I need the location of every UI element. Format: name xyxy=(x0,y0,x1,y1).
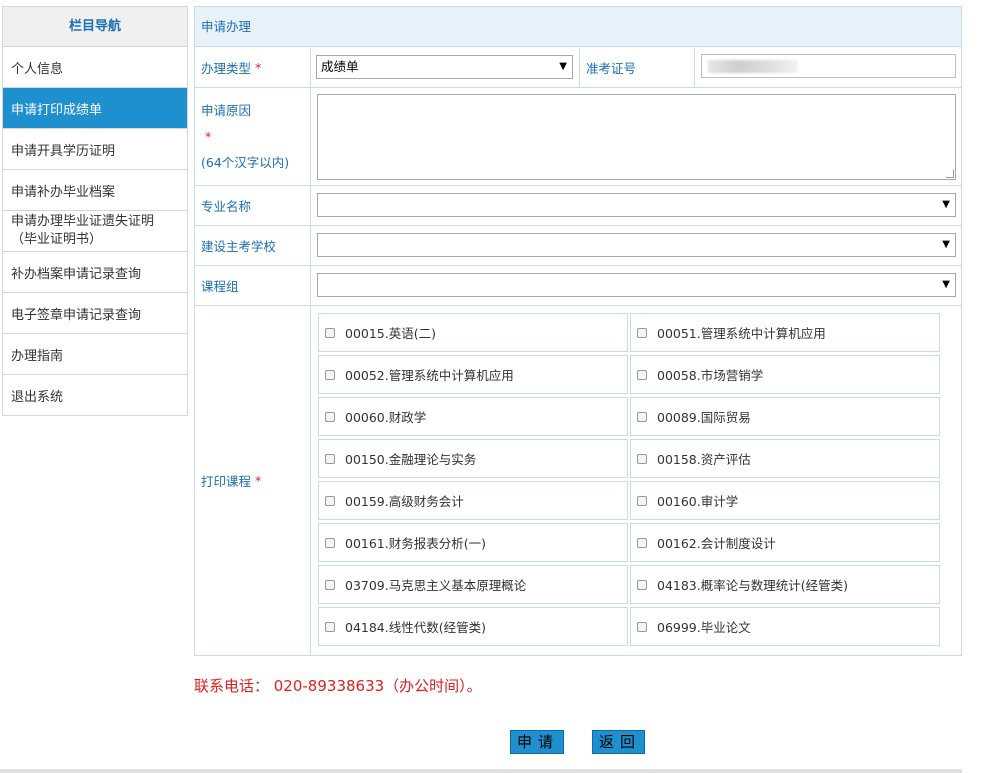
course-item[interactable]: 00015.英语(二) xyxy=(318,313,628,352)
major-row: 专业名称 ▼ xyxy=(195,186,961,226)
exam-no-label: 准考证号 xyxy=(579,48,695,87)
course-item[interactable]: 00058.市场营销学 xyxy=(630,355,940,394)
application-form: 申请办理 办理类型 * 成绩单 ▼ 准考证号 申请原因 * (64个汉字以内) 专业… xyxy=(194,6,962,656)
checkbox-icon[interactable] xyxy=(325,369,335,380)
sidebar-item-file-records[interactable]: 补办档案申请记录查询 xyxy=(3,252,187,293)
course-item[interactable]: 06999.毕业论文 xyxy=(630,607,940,646)
group-select[interactable]: ▼ xyxy=(317,273,956,297)
back-button[interactable]: 返回 xyxy=(592,730,645,754)
checkbox-icon[interactable] xyxy=(637,537,647,548)
checkbox-icon[interactable] xyxy=(325,537,335,548)
course-item[interactable]: 00051.管理系统中计算机应用 xyxy=(630,313,940,352)
resize-handle-icon[interactable] xyxy=(946,170,954,178)
sidebar-title: 栏目导航 xyxy=(3,7,187,47)
chevron-down-icon: ▼ xyxy=(942,239,950,250)
reason-label: 申请原因 * (64个汉字以内) xyxy=(195,88,311,185)
course-item[interactable]: 00150.金融理论与实务 xyxy=(318,439,628,478)
course-item[interactable]: 00159.高级财务会计 xyxy=(318,481,628,520)
sidebar-item-esign-records[interactable]: 电子签章申请记录查询 xyxy=(3,293,187,334)
checkbox-icon[interactable] xyxy=(325,495,335,506)
type-select[interactable]: 成绩单 ▼ xyxy=(316,55,573,79)
course-item[interactable]: 00162.会计制度设计 xyxy=(630,523,940,562)
checkbox-icon[interactable] xyxy=(637,621,647,632)
course-item[interactable]: 04184.线性代数(经管类) xyxy=(318,607,628,646)
type-row: 办理类型 * 成绩单 ▼ 准考证号 xyxy=(195,48,961,88)
checkbox-icon[interactable] xyxy=(325,453,335,464)
group-row: 课程组 ▼ xyxy=(195,266,961,306)
sidebar-nav: 栏目导航 个人信息 申请打印成绩单 申请开具学历证明 申请补办毕业档案 申请办理… xyxy=(2,6,188,416)
apply-button[interactable]: 申请 xyxy=(510,730,564,754)
sidebar-item-guide[interactable]: 办理指南 xyxy=(3,334,187,375)
major-select[interactable]: ▼ xyxy=(317,193,956,217)
checkbox-icon[interactable] xyxy=(637,369,647,380)
exam-no-input[interactable] xyxy=(701,54,956,78)
bottom-divider xyxy=(0,769,962,773)
redacted-value xyxy=(708,60,798,73)
major-label: 专业名称 xyxy=(195,186,311,225)
checkbox-icon[interactable] xyxy=(637,495,647,506)
school-select[interactable]: ▼ xyxy=(317,233,956,257)
reason-textarea[interactable] xyxy=(317,94,956,180)
course-item[interactable]: 00158.资产评估 xyxy=(630,439,940,478)
checkbox-icon[interactable] xyxy=(325,327,335,338)
contact-phone: 联系电话： 020-89338633（办公时间）。 xyxy=(194,677,482,695)
type-label: 办理类型 * xyxy=(195,48,311,87)
sidebar-item-print-transcript[interactable]: 申请打印成绩单 xyxy=(3,88,187,129)
checkbox-icon[interactable] xyxy=(325,579,335,590)
checkbox-icon[interactable] xyxy=(325,621,335,632)
school-row: 建设主考学校 ▼ xyxy=(195,226,961,266)
course-item[interactable]: 00161.财务报表分析(一) xyxy=(318,523,628,562)
sidebar-item-degree-certificate[interactable]: 申请开具学历证明 xyxy=(3,129,187,170)
checkbox-icon[interactable] xyxy=(637,453,647,464)
checkbox-icon[interactable] xyxy=(325,411,335,422)
courses-row: 打印课程 * 00015.英语(二) 00051.管理系统中计算机应用 00052… xyxy=(195,306,961,655)
school-label: 建设主考学校 xyxy=(195,226,311,265)
sidebar-item-lost-certificate[interactable]: 申请办理毕业证遗失证明 （毕业证明书） xyxy=(3,211,187,252)
course-item[interactable]: 04183.概率论与数理统计(经管类) xyxy=(630,565,940,604)
chevron-down-icon: ▼ xyxy=(942,199,950,210)
course-item[interactable]: 00160.审计学 xyxy=(630,481,940,520)
checkbox-icon[interactable] xyxy=(637,579,647,590)
course-item[interactable]: 03709.马克思主义基本原理概论 xyxy=(318,565,628,604)
reason-row: 申请原因 * (64个汉字以内) xyxy=(195,88,961,186)
course-item[interactable]: 00052.管理系统中计算机应用 xyxy=(318,355,628,394)
checkbox-icon[interactable] xyxy=(637,411,647,422)
course-item[interactable]: 00060.财政学 xyxy=(318,397,628,436)
courses-label: 打印课程 * xyxy=(195,306,311,655)
chevron-down-icon: ▼ xyxy=(559,61,567,72)
checkbox-icon[interactable] xyxy=(637,327,647,338)
sidebar-item-personal-info[interactable]: 个人信息 xyxy=(3,47,187,88)
chevron-down-icon: ▼ xyxy=(942,279,950,290)
group-label: 课程组 xyxy=(195,266,311,305)
course-item[interactable]: 00089.国际贸易 xyxy=(630,397,940,436)
form-title: 申请办理 xyxy=(195,7,961,47)
sidebar-item-graduation-file[interactable]: 申请补办毕业档案 xyxy=(3,170,187,211)
sidebar-item-logout[interactable]: 退出系统 xyxy=(3,375,187,416)
